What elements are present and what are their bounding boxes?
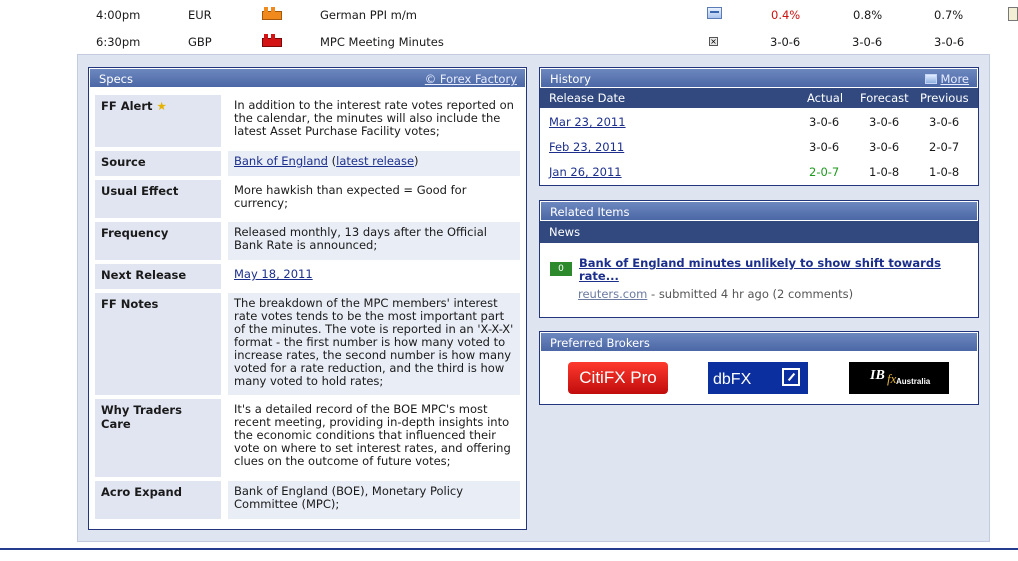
spec-value: In addition to the interest rate votes r… bbox=[228, 95, 520, 147]
col-forecast: Forecast bbox=[860, 91, 909, 105]
related-items-header: Related Items bbox=[540, 201, 978, 221]
event-actual: 0.4% bbox=[771, 8, 801, 22]
more-icon bbox=[924, 74, 937, 84]
spec-value: May 18, 2011 bbox=[228, 264, 520, 289]
spec-row-source: Source Bank of England (latest release) bbox=[95, 151, 520, 176]
spec-value: Released monthly, 13 days after the Offi… bbox=[228, 222, 520, 260]
news-headline-link[interactable]: Bank of England minutes unlikely to show… bbox=[579, 257, 959, 283]
specs-panel: Specs © Forex Factory FF Alert ★ In addi… bbox=[88, 67, 527, 530]
specs-title: Specs bbox=[99, 72, 133, 86]
spec-value: More hawkish than expected = Good for cu… bbox=[228, 180, 520, 218]
spec-label: Usual Effect bbox=[95, 180, 221, 218]
history-date-link[interactable]: Mar 23, 2011 bbox=[549, 115, 626, 129]
spec-row-frequency: Frequency Released monthly, 13 days afte… bbox=[95, 222, 520, 260]
history-row: Feb 23, 2011 3-0-6 3-0-6 2-0-7 bbox=[540, 134, 977, 159]
event-actual: 3-0-6 bbox=[770, 35, 801, 49]
event-forecast: 0.8% bbox=[853, 8, 883, 22]
news-source[interactable]: reuters.com bbox=[578, 287, 647, 301]
history-panel: History More Release Date Actual Forecas… bbox=[539, 67, 979, 186]
history-actual: 2-0-7 bbox=[809, 165, 840, 179]
event-currency: GBP bbox=[188, 35, 212, 49]
event-currency: EUR bbox=[188, 8, 212, 22]
spec-label: Why Traders Care bbox=[95, 399, 221, 477]
event-title[interactable]: MPC Meeting Minutes bbox=[320, 35, 444, 49]
next-release-link[interactable]: May 18, 2011 bbox=[234, 267, 313, 281]
event-previous: 3-0-6 bbox=[934, 35, 965, 49]
preferred-brokers-panel: Preferred Brokers CitiFX Pro dbFX IB fx … bbox=[539, 331, 979, 405]
graph-icon[interactable] bbox=[1008, 7, 1018, 21]
spec-row-next-release: Next Release May 18, 2011 bbox=[95, 264, 520, 289]
page-divider bbox=[0, 548, 1018, 550]
spec-label: FF Alert ★ bbox=[95, 95, 221, 147]
spec-label: Acro Expand bbox=[95, 481, 221, 519]
detail-chart-icon[interactable] bbox=[707, 7, 722, 19]
history-previous: 3-0-6 bbox=[929, 115, 960, 129]
history-date-link[interactable]: Jan 26, 2011 bbox=[549, 165, 622, 179]
impact-factory-icon bbox=[262, 34, 282, 47]
close-detail-icon[interactable]: × bbox=[709, 37, 718, 46]
history-more-link[interactable]: More bbox=[940, 72, 969, 86]
preferred-brokers-title: Preferred Brokers bbox=[550, 336, 650, 350]
citifx-pro-logo[interactable]: CitiFX Pro bbox=[568, 362, 668, 394]
preferred-brokers-header: Preferred Brokers bbox=[540, 332, 978, 352]
related-items-title: Related Items bbox=[550, 205, 630, 219]
spec-label: Source bbox=[95, 151, 221, 176]
news-item: 0 Bank of England minutes unlikely to sh… bbox=[540, 243, 978, 303]
event-time: 4:00pm bbox=[96, 8, 141, 22]
forex-factory-link[interactable]: © Forex Factory bbox=[425, 72, 517, 86]
event-time: 6:30pm bbox=[96, 35, 141, 49]
event-forecast: 3-0-6 bbox=[852, 35, 883, 49]
calendar-row[interactable]: 6:30pm GBP MPC Meeting Minutes × 3-0-6 3… bbox=[0, 28, 1018, 54]
spec-row-usual-effect: Usual Effect More hawkish than expected … bbox=[95, 180, 520, 218]
spec-label: Frequency bbox=[95, 222, 221, 260]
history-actual: 3-0-6 bbox=[809, 140, 840, 154]
history-row: Jan 26, 2011 2-0-7 1-0-8 1-0-8 bbox=[540, 159, 977, 184]
history-header: History More bbox=[540, 68, 978, 88]
calendar-row[interactable]: 4:00pm EUR German PPI m/m 0.4% 0.8% 0.7% bbox=[0, 1, 1018, 27]
spec-value: Bank of England (latest release) bbox=[228, 151, 520, 176]
impact-factory-icon bbox=[262, 7, 282, 20]
spec-label: Next Release bbox=[95, 264, 221, 289]
dbfx-logo[interactable]: dbFX bbox=[708, 362, 808, 394]
col-previous: Previous bbox=[920, 91, 969, 105]
comment-count-badge: 0 bbox=[550, 262, 572, 276]
history-actual: 3-0-6 bbox=[809, 115, 840, 129]
spec-row-acro-expand: Acro Expand Bank of England (BOE), Monet… bbox=[95, 481, 520, 519]
history-forecast: 3-0-6 bbox=[869, 115, 900, 129]
history-forecast: 3-0-6 bbox=[869, 140, 900, 154]
latest-release-link[interactable]: latest release bbox=[336, 154, 414, 168]
star-icon: ★ bbox=[156, 99, 167, 113]
spec-row-why-traders-care: Why Traders Care It's a detailed record … bbox=[95, 399, 520, 477]
col-actual: Actual bbox=[807, 91, 844, 105]
history-previous: 1-0-8 bbox=[929, 165, 960, 179]
ibfx-australia-logo[interactable]: IB fx Australia bbox=[849, 362, 949, 394]
spec-value: It's a detailed record of the BOE MPC's … bbox=[228, 399, 520, 477]
history-forecast: 1-0-8 bbox=[869, 165, 900, 179]
spec-value: Bank of England (BOE), Monetary Policy C… bbox=[228, 481, 520, 519]
bank-of-england-link[interactable]: Bank of England bbox=[234, 154, 328, 168]
spec-label: FF Notes bbox=[95, 293, 221, 395]
spec-value: The breakdown of the MPC members' intere… bbox=[228, 293, 520, 395]
spec-row-ff-alert: FF Alert ★ In addition to the interest r… bbox=[95, 95, 520, 147]
history-row: Mar 23, 2011 3-0-6 3-0-6 3-0-6 bbox=[540, 109, 977, 134]
related-items-panel: Related Items News 0 Bank of England min… bbox=[539, 200, 979, 318]
history-previous: 2-0-7 bbox=[929, 140, 960, 154]
history-column-header: Release Date Actual Forecast Previous bbox=[540, 88, 978, 108]
event-previous: 0.7% bbox=[934, 8, 964, 22]
specs-header: Specs © Forex Factory bbox=[89, 68, 526, 88]
news-tab[interactable]: News bbox=[540, 221, 978, 243]
history-title: History bbox=[550, 72, 591, 86]
news-meta: - submitted 4 hr ago (2 comments) bbox=[647, 287, 854, 301]
event-title[interactable]: German PPI m/m bbox=[320, 8, 417, 22]
history-date-link[interactable]: Feb 23, 2011 bbox=[549, 140, 624, 154]
spec-row-ff-notes: FF Notes The breakdown of the MPC member… bbox=[95, 293, 520, 395]
deutsche-bank-icon bbox=[782, 368, 800, 386]
col-release-date: Release Date bbox=[549, 91, 626, 105]
